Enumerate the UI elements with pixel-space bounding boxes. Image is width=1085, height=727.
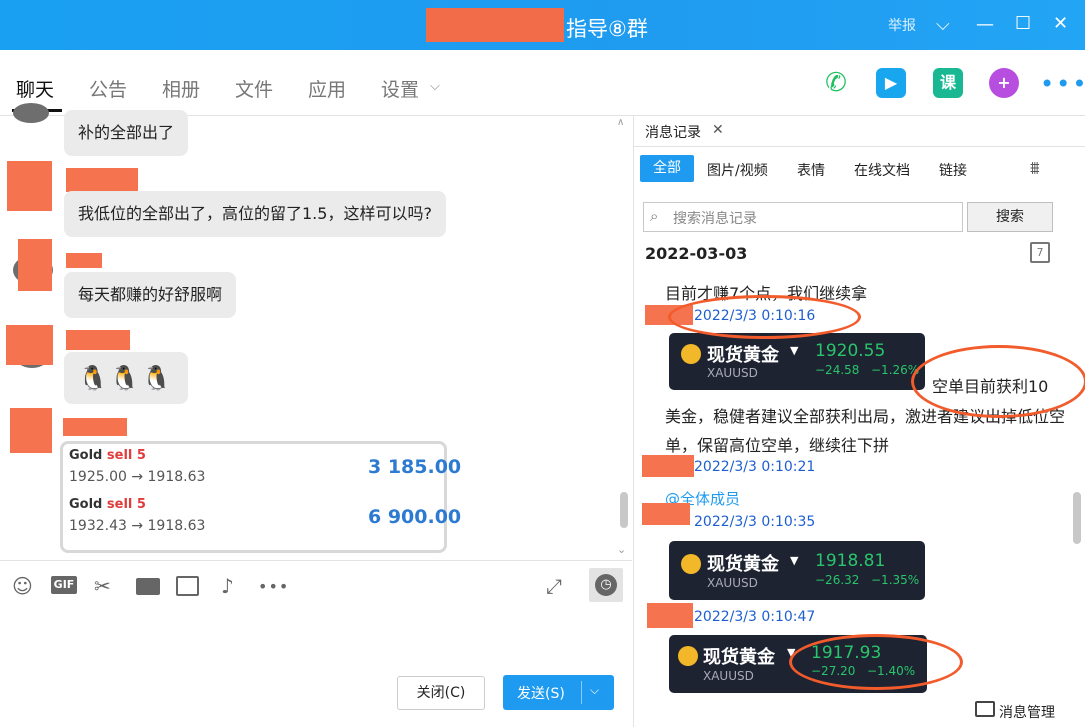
report-button[interactable]: 举报: [888, 15, 916, 35]
date-header: 2022-03-03: [645, 244, 748, 263]
more-tools-icon[interactable]: •••: [258, 577, 289, 596]
quote-symbol: XAUUSD: [707, 576, 758, 590]
caret-down-icon: ▼: [790, 344, 799, 357]
scroll-down-icon[interactable]: ⌄: [617, 543, 626, 556]
add-icon[interactable]: +: [989, 68, 1019, 98]
quote-name: 现货黄金: [707, 554, 779, 575]
send-divider: [581, 681, 582, 704]
divider: [0, 560, 632, 561]
sender-name: [642, 503, 690, 525]
sender-name: [642, 455, 694, 477]
history-time: 2022/3/3 0:10:35: [694, 514, 816, 530]
sender-name: [66, 168, 138, 192]
annotation-circle: [789, 634, 963, 690]
avatar: [18, 239, 52, 291]
filter-stickers[interactable]: 表情: [797, 160, 825, 180]
avatar: [10, 408, 52, 453]
quote-change: −24.58: [815, 363, 860, 377]
quote-symbol: XAUUSD: [703, 669, 754, 683]
search-input[interactable]: ⌕ 搜索消息记录: [643, 202, 963, 232]
trade-value: 6 900.00: [368, 506, 462, 528]
tab-chat[interactable]: 聊天: [16, 75, 54, 102]
emoji-icon[interactable]: ☺: [12, 574, 33, 598]
filter-media[interactable]: 图片/视频: [707, 160, 768, 180]
manage-messages-button[interactable]: 消息管理: [999, 702, 1055, 722]
quote-percent: −1.35%: [871, 573, 920, 587]
minimize-icon[interactable]: —: [976, 14, 994, 35]
gold-coin-icon: [678, 646, 698, 666]
history-time: 2022/3/3 0:10:47: [694, 609, 816, 625]
filter-links[interactable]: 链接: [939, 160, 967, 180]
folder-icon[interactable]: [136, 578, 160, 595]
collapse-icon[interactable]: ⌵: [936, 14, 950, 35]
quote-symbol: XAUUSD: [707, 366, 758, 380]
trade-label: Gold sell 5: [69, 448, 146, 463]
quote-name: 现货黄金: [707, 345, 779, 366]
redacted-group-name: [426, 8, 564, 42]
trade-label: Gold sell 5: [69, 497, 146, 512]
trade-route: 1932.43 → 1918.63: [69, 518, 206, 534]
trade-route: 1925.00 → 1918.63: [69, 469, 206, 485]
chevron-down-icon: ⌵: [430, 79, 440, 94]
avatar: [7, 161, 52, 211]
tab-album[interactable]: 相册: [162, 75, 200, 102]
trade-value: 3 185.00: [368, 456, 462, 478]
close-tab-icon[interactable]: ✕: [712, 122, 724, 138]
message-bubble: 每天都赚的好舒服啊: [64, 272, 237, 318]
send-button[interactable]: 发送(S) ⌵: [503, 675, 614, 710]
search-button[interactable]: 搜索: [967, 202, 1053, 232]
gif-icon[interactable]: GIF: [51, 576, 77, 594]
maximize-icon[interactable]: ☐: [1015, 13, 1031, 34]
filter-docs[interactable]: 在线文档: [854, 160, 910, 180]
gold-coin-icon: [681, 344, 701, 364]
tab-apps[interactable]: 应用: [308, 75, 346, 102]
calendar-icon[interactable]: 7: [1030, 242, 1050, 263]
send-label: 发送(S): [517, 686, 565, 702]
close-button[interactable]: 关闭(C): [397, 676, 485, 710]
sender-name: [66, 253, 102, 268]
quote-change: −26.32: [815, 573, 860, 587]
avatar: [6, 325, 53, 365]
chevron-down-icon[interactable]: ⌵: [590, 683, 599, 698]
tab-announcement[interactable]: 公告: [89, 75, 127, 102]
close-window-icon[interactable]: ✕: [1053, 13, 1068, 34]
sender-name: [63, 418, 127, 436]
quote-name: 现货黄金: [703, 647, 775, 668]
chat-scrollbar[interactable]: [620, 492, 628, 528]
annotation-circle: [668, 295, 861, 339]
sender-name: [66, 330, 130, 350]
gold-coin-icon: [681, 554, 701, 574]
search-placeholder: 搜索消息记录: [673, 211, 757, 227]
tab-files[interactable]: 文件: [235, 75, 273, 102]
filter-icon[interactable]: ⩩: [1030, 158, 1040, 179]
course-icon[interactable]: 课: [933, 68, 963, 98]
quote-price: 1920.55: [815, 341, 886, 361]
manage-icon[interactable]: [975, 701, 995, 717]
sticker-bubble: 🐧🐧🐧: [64, 352, 188, 404]
video-icon[interactable]: ▶: [876, 68, 906, 98]
annotation-circle: [911, 345, 1085, 418]
search-icon: ⌕: [650, 207, 659, 225]
tab-settings[interactable]: 设置: [381, 75, 419, 102]
scissors-icon[interactable]: ✂: [94, 574, 111, 598]
message-bubble: 我低位的全部出了，高位的留了1.5，这样可以吗?: [64, 191, 446, 237]
image-icon[interactable]: [176, 576, 199, 596]
scroll-up-icon[interactable]: ∧: [617, 117, 624, 128]
quote-price: 1918.81: [815, 551, 886, 571]
expand-icon[interactable]: ⤢: [546, 574, 562, 598]
sender-name: [647, 603, 693, 628]
divider: [633, 146, 1085, 147]
phone-icon[interactable]: ✆: [821, 68, 851, 98]
history-tab[interactable]: 消息记录: [645, 122, 701, 142]
caret-down-icon: ▼: [790, 554, 799, 567]
window-title: 指导⑧群: [566, 17, 648, 41]
bell-icon[interactable]: ♪: [221, 574, 234, 598]
more-icon[interactable]: •••: [1040, 70, 1085, 98]
history-scrollbar[interactable]: [1073, 492, 1081, 544]
filter-all[interactable]: 全部: [640, 155, 694, 182]
clock-icon[interactable]: ◷: [595, 574, 617, 596]
message-bubble: 补的全部出了: [64, 110, 189, 156]
history-time: 2022/3/3 0:10:21: [694, 459, 816, 475]
avatar: [13, 103, 49, 123]
